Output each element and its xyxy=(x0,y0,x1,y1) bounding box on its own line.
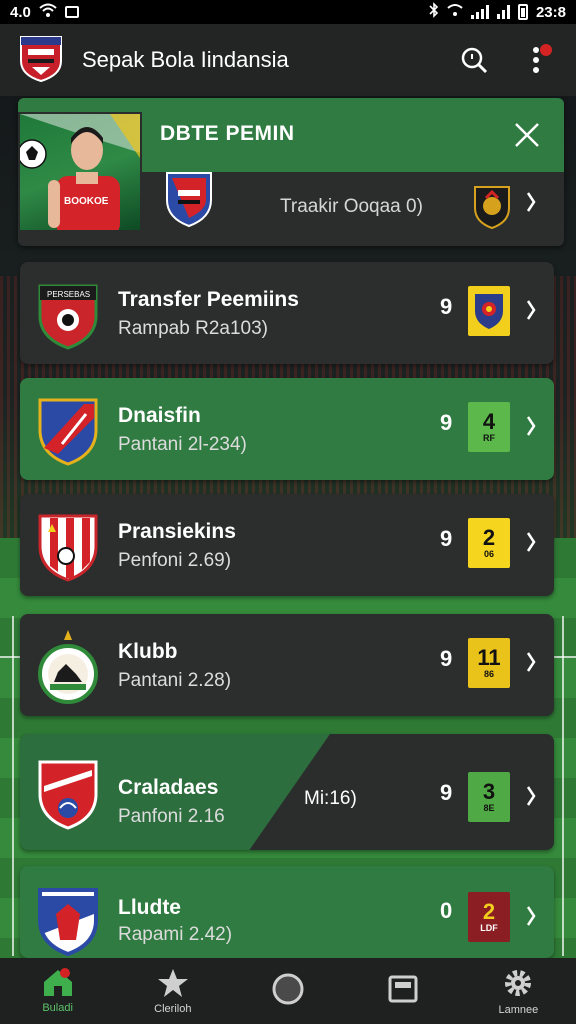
notification-icon xyxy=(64,6,79,18)
search-button[interactable] xyxy=(452,38,496,82)
close-icon xyxy=(515,123,539,147)
player-detail-header: BOOKOE DBTE PEMIN Traakir Ooqaa 0) xyxy=(18,98,564,246)
item-name: Klubb xyxy=(118,640,178,663)
item-badge xyxy=(468,286,510,336)
item-count: 9 xyxy=(440,526,453,551)
item-count: 9 xyxy=(440,294,453,319)
app-title: Sepak Bola Iindansia xyxy=(82,47,289,72)
item-badge: 2 LDF xyxy=(468,892,510,942)
item-badge: 3 8E xyxy=(468,772,510,822)
item-subtitle: Panfoni 2.16 xyxy=(118,806,225,827)
chevron-right-icon[interactable] xyxy=(524,190,538,219)
nav-settings[interactable]: Lamnee xyxy=(461,958,576,1024)
svg-text:PERSEBAS: PERSEBAS xyxy=(47,290,90,299)
badge-label: 8E xyxy=(483,803,495,813)
club-crest xyxy=(164,170,214,233)
badge-label: 06 xyxy=(483,549,494,559)
list-item[interactable]: PERSEBAS Transfer Peemiins Rampab R2a103… xyxy=(20,262,554,364)
nav-favorites[interactable]: Cleriloh xyxy=(115,958,230,1024)
app-logo xyxy=(18,33,64,88)
club-crest: PERSEBAS xyxy=(36,278,100,355)
item-subtitle: Pantani 2l-234) xyxy=(118,434,247,455)
signal-wifi-icon xyxy=(447,3,463,21)
svg-text:BOOKOE: BOOKOE xyxy=(64,196,109,207)
status-left-text: 4.0 xyxy=(10,3,31,21)
close-button[interactable] xyxy=(512,120,542,150)
item-name: Transfer Peemiins xyxy=(118,288,299,311)
nav-home[interactable]: Buladi xyxy=(0,958,115,1024)
badge-value: 3 xyxy=(482,779,496,804)
nav-label: Buladi xyxy=(42,1002,73,1014)
nav-label: Lamnee xyxy=(498,1004,539,1016)
club-crest xyxy=(36,394,100,471)
item-count: 9 xyxy=(440,646,453,671)
item-subtitle: Rampab R2a103) xyxy=(118,318,268,339)
list-item[interactable]: Klubb Pantani 2.28) 9 11 86 xyxy=(20,614,554,716)
club-crest xyxy=(36,884,100,958)
badge-value: 2 xyxy=(482,899,496,924)
wifi-icon xyxy=(39,3,57,21)
item-badge: 2 06 xyxy=(468,518,510,568)
player-photo: BOOKOE xyxy=(18,112,142,232)
nav-label: Cleriloh xyxy=(154,1003,192,1015)
badge-label: RF xyxy=(483,433,495,443)
item-name: Pransiekins xyxy=(118,520,236,543)
ball-icon xyxy=(272,973,304,1005)
badge-value: 11 xyxy=(477,645,501,670)
more-menu-button[interactable] xyxy=(514,38,558,82)
list-item[interactable]: Lludte Rapami 2.42) 0 2 LDF xyxy=(20,866,554,958)
club-crest xyxy=(36,630,100,711)
opponent-crest xyxy=(472,184,512,235)
badge-value: 2 xyxy=(482,525,496,550)
status-bar: 4.0 23:8 xyxy=(0,0,576,24)
news-icon xyxy=(388,975,418,1003)
item-subtitle: Pantani 2.28) xyxy=(118,670,232,691)
signal-bars-2-icon xyxy=(496,5,510,19)
badge-value: 4 xyxy=(482,409,496,434)
list-item[interactable]: Craladaes Panfoni 2.16 Mi:16) 9 3 8E xyxy=(20,734,554,850)
club-crest xyxy=(36,756,100,837)
signal-bars-icon xyxy=(470,5,489,19)
item-name: Craladaes xyxy=(118,776,219,799)
nav-notification-dot xyxy=(60,968,70,978)
badge-label: 86 xyxy=(483,669,494,679)
nav-matches[interactable] xyxy=(230,958,345,1024)
chevron-right-icon[interactable] xyxy=(524,414,538,443)
chevron-right-icon[interactable] xyxy=(524,530,538,559)
chevron-right-icon[interactable] xyxy=(524,298,538,327)
chevron-right-icon[interactable] xyxy=(524,784,538,813)
list-item[interactable]: Dnaisfin Pantani 2l-234) 9 4 RF xyxy=(20,378,554,480)
notification-badge xyxy=(540,44,552,56)
battery-icon xyxy=(517,4,528,20)
header-subtitle: Traakir Ooqaa 0) xyxy=(280,196,423,217)
badge-label: LDF xyxy=(480,923,498,933)
app-bar: Sepak Bola Iindansia xyxy=(0,24,576,96)
bluetooth-icon xyxy=(429,2,439,22)
chevron-right-icon[interactable] xyxy=(524,904,538,933)
header-title: DBTE PEMIN xyxy=(160,122,295,145)
chevron-right-icon[interactable] xyxy=(524,650,538,679)
gear-icon xyxy=(505,970,532,996)
item-count: 0 xyxy=(440,898,453,923)
item-meta: Mi:16) xyxy=(304,788,357,809)
item-subtitle: Penfoni 2.69) xyxy=(118,550,232,571)
item-name: Lludte xyxy=(118,896,181,919)
bottom-navigation: Buladi Cleriloh Lamnee xyxy=(0,958,576,1024)
item-name: Dnaisfin xyxy=(118,404,201,427)
nav-news[interactable] xyxy=(346,958,461,1024)
search-icon xyxy=(461,47,488,74)
club-crest xyxy=(36,510,100,587)
item-count: 9 xyxy=(440,780,453,805)
item-count: 9 xyxy=(440,410,453,435)
item-badge: 4 RF xyxy=(468,402,510,452)
star-icon xyxy=(157,969,188,997)
item-badge: 11 86 xyxy=(468,638,510,688)
list-item[interactable]: Pransiekins Penfoni 2.69) 9 2 06 xyxy=(20,494,554,596)
item-subtitle: Rapami 2.42) xyxy=(118,924,233,945)
status-time: 23:8 xyxy=(535,3,566,21)
badge-crest-icon xyxy=(475,294,503,329)
